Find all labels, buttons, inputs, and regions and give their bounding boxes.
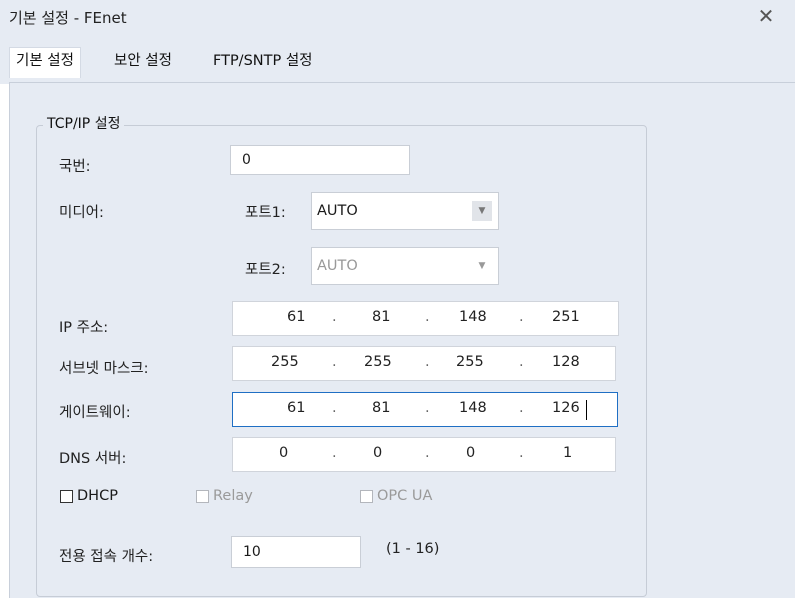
tab-basic-settings[interactable]: 기본 설정 xyxy=(9,47,81,78)
dns-separator: . xyxy=(425,445,430,461)
dns-octet-3[interactable]: 0 xyxy=(466,445,475,461)
title-bar: 기본 설정 - FEnet ✕ xyxy=(0,0,795,36)
ip-octet-4[interactable]: 251 xyxy=(552,309,580,325)
port2-value: AUTO xyxy=(317,258,358,274)
gateway-octet-1[interactable]: 61 xyxy=(287,400,305,416)
ip-separator: . xyxy=(519,309,524,325)
port2-select: AUTO ▼ xyxy=(311,247,499,285)
subnet-octet-2[interactable]: 255 xyxy=(364,354,392,370)
chevron-down-icon[interactable]: ▼ xyxy=(472,201,492,221)
gateway-separator: . xyxy=(519,400,524,416)
close-icon[interactable]: ✕ xyxy=(748,2,784,32)
gateway-separator: . xyxy=(425,400,430,416)
group-title: TCP/IP 설정 xyxy=(43,113,125,133)
dns-octet-2[interactable]: 0 xyxy=(373,445,382,461)
ip-octet-2[interactable]: 81 xyxy=(372,309,390,325)
gateway-label: 게이트웨이: xyxy=(59,405,131,421)
dns-label: DNS 서버: xyxy=(59,451,127,467)
ip-octet-1[interactable]: 61 xyxy=(287,309,305,325)
relay-label: Relay xyxy=(213,488,253,504)
subnet-separator: . xyxy=(519,354,524,370)
gateway-octet-3[interactable]: 148 xyxy=(459,400,487,416)
gateway-separator: . xyxy=(332,400,337,416)
text-caret xyxy=(586,400,587,420)
media-label: 미디어: xyxy=(59,205,104,221)
dns-separator: . xyxy=(519,445,524,461)
window-title: 기본 설정 - FEnet xyxy=(9,9,127,27)
station-label: 국번: xyxy=(59,159,91,175)
chevron-down-icon: ▼ xyxy=(472,256,492,276)
tab-strip: 기본 설정 보안 설정 FTP/SNTP 설정 xyxy=(0,36,795,84)
subnet-separator: . xyxy=(425,354,430,370)
checkbox-box[interactable] xyxy=(60,490,73,503)
ip-separator: . xyxy=(425,309,430,325)
port1-label: 포트1: xyxy=(245,205,286,221)
opcua-label: OPC UA xyxy=(377,488,433,504)
ip-label: IP 주소: xyxy=(59,320,109,336)
ip-octet-3[interactable]: 148 xyxy=(459,309,487,325)
ip-address-input[interactable]: 61 . 81 . 148 . 251 xyxy=(232,301,619,336)
connections-label: 전용 접속 개수: xyxy=(59,549,154,565)
dns-octet-4[interactable]: 1 xyxy=(563,445,572,461)
dns-server-input[interactable]: 0 . 0 . 0 . 1 xyxy=(232,437,616,472)
connections-range: (1 - 16) xyxy=(386,541,440,557)
checkbox-box xyxy=(360,490,373,503)
dns-separator: . xyxy=(332,445,337,461)
subnet-octet-1[interactable]: 255 xyxy=(271,354,299,370)
subnet-octet-3[interactable]: 255 xyxy=(456,354,484,370)
checkbox-box xyxy=(196,490,209,503)
subnet-label: 서브넷 마스크: xyxy=(59,361,149,377)
port1-select[interactable]: AUTO ▼ xyxy=(311,192,499,230)
ip-separator: . xyxy=(332,309,337,325)
dhcp-label: DHCP xyxy=(77,488,118,504)
subnet-octet-4[interactable]: 128 xyxy=(552,354,580,370)
tab-ftp-sntp-settings[interactable]: FTP/SNTP 설정 xyxy=(207,48,319,77)
gateway-input[interactable]: 61 . 81 . 148 . 126 xyxy=(232,392,618,427)
station-input[interactable]: 0 xyxy=(230,145,410,175)
port1-value: AUTO xyxy=(317,203,358,219)
connections-input[interactable]: 10 xyxy=(231,536,361,568)
port2-label: 포트2: xyxy=(245,262,286,278)
dns-octet-1[interactable]: 0 xyxy=(279,445,288,461)
subnet-mask-input[interactable]: 255 . 255 . 255 . 128 xyxy=(232,346,616,381)
gateway-octet-2[interactable]: 81 xyxy=(372,400,390,416)
tab-security-settings[interactable]: 보안 설정 xyxy=(108,48,178,77)
gateway-octet-4[interactable]: 126 xyxy=(552,400,580,416)
subnet-separator: . xyxy=(332,354,337,370)
